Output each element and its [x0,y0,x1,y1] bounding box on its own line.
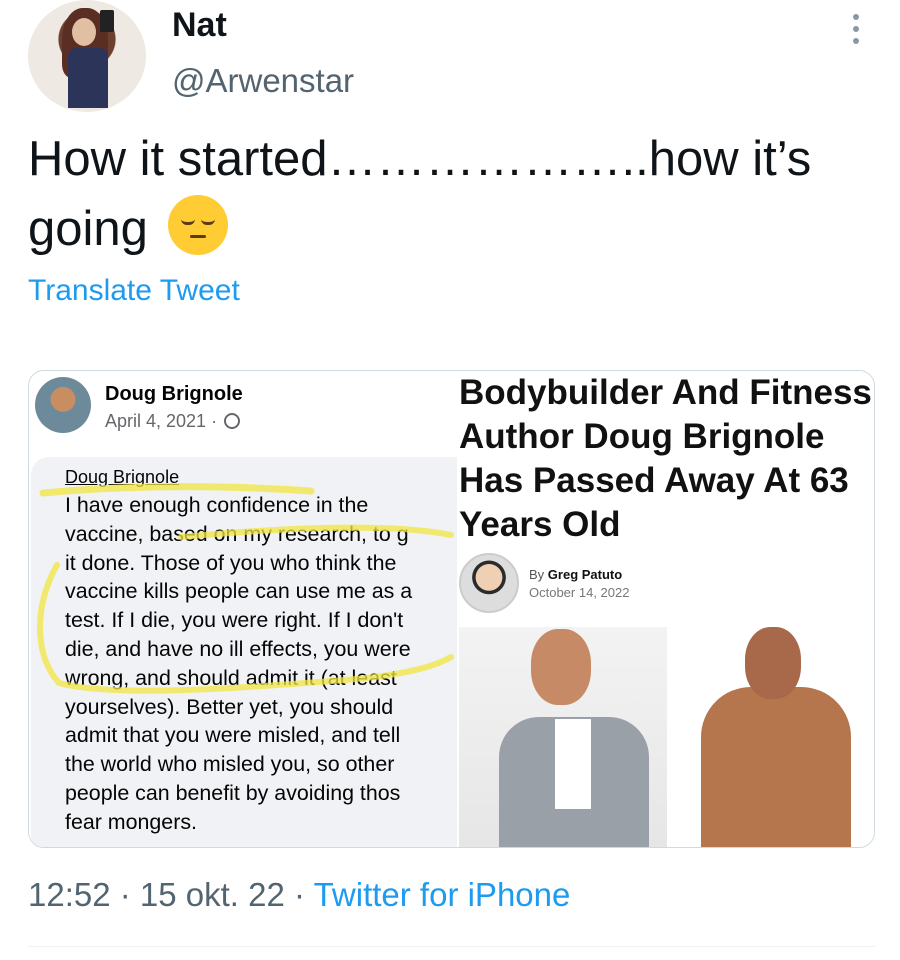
tweet-timestamp[interactable]: 12:52 · 15 okt. 22 · [28,876,314,913]
fb-comment: Doug Brignole I have enough confidence i… [31,457,457,847]
divider [28,946,875,947]
user-name[interactable]: Nat [172,6,227,45]
user-handle[interactable]: @Arwenstar [172,62,354,100]
globe-icon [224,413,241,429]
more-options-icon[interactable] [850,14,862,44]
article-author-avatar [459,553,519,613]
profile-avatar[interactable] [28,0,146,112]
comment-text: I have enough confidence in the vaccine, … [65,493,413,834]
fb-post-date: April 4, 2021 · [105,411,241,432]
article-headline: Bodybuilder And Fitness Author Doug Brig… [459,373,872,544]
tweet-text: How it started………………..how it’s going [28,124,878,264]
tweet-client[interactable]: Twitter for iPhone [314,876,571,913]
article-date: October 14, 2022 [529,585,630,600]
news-article-screenshot: Bodybuilder And Fitness Author Doug Brig… [459,371,874,847]
fb-author-avatar [35,377,91,433]
shirtless-photo [671,627,874,847]
tweet-metadata: 12:52 · 15 okt. 22 · Twitter for iPhone [28,876,570,914]
article-byline: By Greg Patuto [529,567,623,582]
translate-tweet-link[interactable]: Translate Tweet [28,274,240,308]
comment-author: Doug Brignole [65,467,180,487]
facebook-post-screenshot: Doug Brignole April 4, 2021 · Doug Brign… [29,371,457,847]
tweet-body: How it started………………..how it’s going [28,132,812,256]
pensive-face-icon [167,195,228,255]
fb-author-name: Doug Brignole [105,383,243,405]
tweet-media[interactable]: Doug Brignole April 4, 2021 · Doug Brign… [28,370,875,848]
suit-photo [459,627,667,847]
